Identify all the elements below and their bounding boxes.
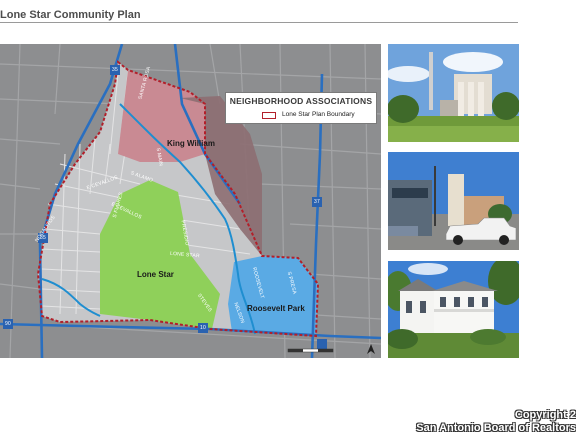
neighborhood-map: King William Lone Star Roosevelt Park SA… <box>0 44 381 358</box>
shield-37: 37 <box>314 199 320 205</box>
brewery-silos-image <box>388 44 519 142</box>
map-legend: NEIGHBORHOOD ASSOCIATIONS Lone Star Plan… <box>225 92 377 124</box>
victorian-house-image <box>388 261 519 358</box>
brewery-silos-photo <box>388 44 519 142</box>
street-truck-photo <box>388 152 519 250</box>
victorian-house-photo <box>388 261 519 358</box>
roosevelt-park-area <box>228 256 318 336</box>
shield-10: 10 <box>200 325 206 331</box>
title-divider <box>0 22 518 23</box>
boundary-swatch <box>262 112 276 119</box>
label-roosevelt-park: Roosevelt Park <box>247 304 305 313</box>
shield-90: 90 <box>5 321 11 327</box>
copyright-line-2: San Antonio Board of Realtors <box>416 422 576 434</box>
legend-title: NEIGHBORHOOD ASSOCIATIONS <box>229 96 373 106</box>
shield-35: 35 <box>112 67 118 73</box>
legend-boundary-label: Lone Star Plan Boundary <box>282 111 355 118</box>
shield-35-south: 35 <box>40 235 46 241</box>
street-truck-image <box>388 152 519 250</box>
copyright-line-1: Copyright 2 <box>514 409 576 421</box>
page-title: Lone Star Community Plan <box>0 9 141 21</box>
label-king-william: King William <box>167 139 215 148</box>
label-lone-star: Lone Star <box>137 270 174 279</box>
scale-bar <box>287 348 334 353</box>
north-arrow <box>367 344 375 354</box>
